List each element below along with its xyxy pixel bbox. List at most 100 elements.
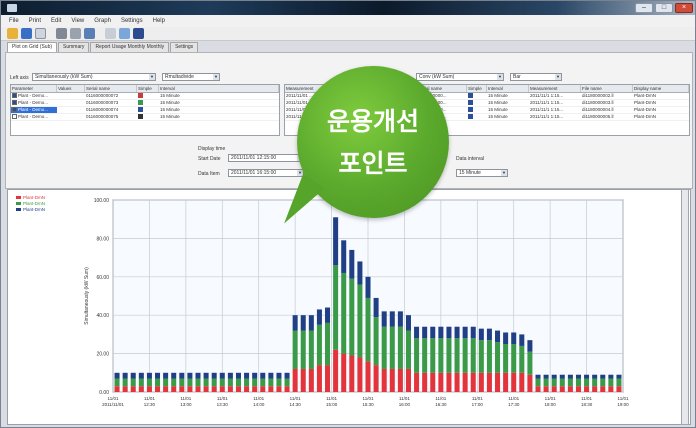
- bar-segment[interactable]: [397, 368, 403, 392]
- bar-segment[interactable]: [163, 378, 169, 387]
- bar-segment[interactable]: [252, 372, 258, 379]
- bar-segment[interactable]: [357, 357, 363, 392]
- bar-segment[interactable]: [511, 332, 517, 344]
- bar-segment[interactable]: [341, 353, 347, 392]
- bar-segment[interactable]: [187, 378, 193, 387]
- menu-settings[interactable]: Settings: [121, 18, 143, 24]
- bar-segment[interactable]: [414, 338, 420, 373]
- bar-segment[interactable]: [462, 338, 468, 373]
- bar-segment[interactable]: [122, 378, 128, 387]
- bar-segment[interactable]: [454, 326, 460, 339]
- bar-segment[interactable]: [567, 386, 573, 392]
- bar-segment[interactable]: [584, 378, 590, 387]
- bar-segment[interactable]: [122, 372, 128, 379]
- bar-segment[interactable]: [551, 386, 557, 392]
- menu-edit[interactable]: Edit: [51, 18, 61, 24]
- bar-segment[interactable]: [616, 386, 622, 392]
- export-icon[interactable]: [84, 28, 95, 39]
- column-header[interactable]: File name: [581, 85, 633, 92]
- bar-segment[interactable]: [341, 272, 347, 354]
- table-row[interactable]: 0116000000...15 Minute2011/11/1 1:15...d…: [417, 100, 689, 107]
- column-header[interactable]: Serial name: [85, 85, 137, 92]
- data-interval-select[interactable]: 15 Minute ▼: [456, 169, 508, 177]
- bar-segment[interactable]: [203, 372, 209, 379]
- help-icon[interactable]: [119, 28, 130, 39]
- bar-segment[interactable]: [567, 374, 573, 379]
- bar-segment[interactable]: [495, 330, 501, 343]
- bar-segment[interactable]: [438, 338, 444, 373]
- bar-segment[interactable]: [349, 249, 355, 279]
- left-parameter-grid[interactable]: Parameter Values Serial name Simple Inte…: [10, 84, 280, 136]
- bar-segment[interactable]: [478, 328, 484, 341]
- bar-segment[interactable]: [308, 368, 314, 392]
- bar-segment[interactable]: [503, 332, 509, 344]
- bar-segment[interactable]: [381, 326, 387, 369]
- bar-segment[interactable]: [187, 372, 193, 379]
- bar-segment[interactable]: [389, 311, 395, 327]
- bar-segment[interactable]: [600, 378, 606, 387]
- bar-segment[interactable]: [292, 368, 298, 392]
- bar-segment[interactable]: [405, 330, 411, 369]
- row-checkbox[interactable]: [12, 93, 17, 99]
- graph-settings-icon[interactable]: [105, 28, 116, 39]
- end-date-input[interactable]: 2011/11/01 16:15:00 ▼: [228, 169, 304, 177]
- bar-segment[interactable]: [422, 338, 428, 373]
- bar-segment[interactable]: [462, 326, 468, 339]
- bar-segment[interactable]: [211, 372, 217, 379]
- bar-segment[interactable]: [373, 365, 379, 392]
- bar-segment[interactable]: [341, 240, 347, 273]
- bar-segment[interactable]: [462, 372, 468, 392]
- bar-segment[interactable]: [592, 386, 598, 392]
- table-row[interactable]: Plant - Demo... 0116000000074 15 Minute: [11, 107, 279, 114]
- bar-segment[interactable]: [203, 378, 209, 387]
- bar-segment[interactable]: [470, 338, 476, 373]
- tab-summary[interactable]: Summary: [58, 42, 90, 52]
- bar-segment[interactable]: [252, 386, 258, 392]
- table-row[interactable]: 0116000000...15 Minute2011/11/1 1:15...d…: [417, 114, 689, 121]
- bar-segment[interactable]: [349, 278, 355, 356]
- bar-segment[interactable]: [551, 378, 557, 387]
- bar-segment[interactable]: [592, 374, 598, 379]
- table-row[interactable]: Plant - Demo... 0116000000073 15 Minute: [11, 100, 279, 107]
- table-row[interactable]: Plant - Demo... 0116000000075 15 Minute: [11, 114, 279, 121]
- row-checkbox[interactable]: [12, 100, 17, 106]
- bar-segment[interactable]: [130, 386, 136, 392]
- bar-segment[interactable]: [446, 326, 452, 339]
- color-swatch[interactable]: [138, 93, 143, 99]
- bar-segment[interactable]: [616, 374, 622, 379]
- bar-segment[interactable]: [543, 378, 549, 387]
- maximize-button[interactable]: □: [655, 3, 673, 13]
- bar-segment[interactable]: [260, 378, 266, 387]
- bar-segment[interactable]: [616, 378, 622, 387]
- bar-segment[interactable]: [454, 338, 460, 373]
- bar-segment[interactable]: [486, 328, 492, 341]
- bar-segment[interactable]: [470, 326, 476, 339]
- bar-segment[interactable]: [316, 365, 322, 392]
- bar-segment[interactable]: [381, 368, 387, 392]
- bar-segment[interactable]: [227, 372, 233, 379]
- bar-segment[interactable]: [608, 386, 614, 392]
- parameter-cell[interactable]: Plant - Demo...: [11, 107, 57, 113]
- bar-segment[interactable]: [219, 372, 225, 379]
- bar-segment[interactable]: [478, 372, 484, 392]
- bar-segment[interactable]: [203, 386, 209, 392]
- print-preview-icon[interactable]: [70, 28, 81, 39]
- bar-segment[interactable]: [333, 349, 339, 392]
- menu-graph[interactable]: Graph: [94, 18, 111, 24]
- bar-segment[interactable]: [244, 386, 250, 392]
- bar-segment[interactable]: [389, 368, 395, 392]
- bar-segment[interactable]: [381, 311, 387, 327]
- bar-segment[interactable]: [235, 386, 241, 392]
- open-folder-icon[interactable]: [7, 28, 18, 39]
- parameter-cell[interactable]: Plant - Demo...: [11, 100, 57, 106]
- bar-segment[interactable]: [316, 324, 322, 366]
- new-document-icon[interactable]: [35, 28, 46, 39]
- bar-segment[interactable]: [244, 378, 250, 387]
- column-header[interactable]: Simple: [467, 85, 487, 92]
- bar-segment[interactable]: [276, 378, 282, 387]
- column-header[interactable]: Simple: [137, 85, 159, 92]
- bar-segment[interactable]: [446, 372, 452, 392]
- bar-segment[interactable]: [268, 386, 274, 392]
- left-mode-select[interactable]: Rmultadivide ▼: [162, 73, 220, 81]
- bar-segment[interactable]: [211, 378, 217, 387]
